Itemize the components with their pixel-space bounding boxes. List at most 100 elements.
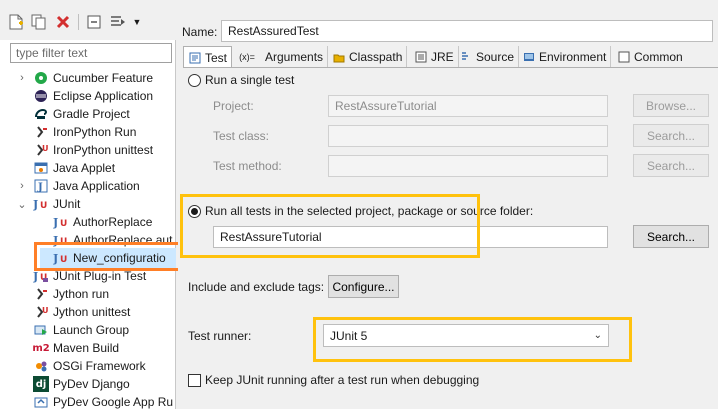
- junit-plugin-icon: JU: [33, 268, 49, 284]
- chevron-down-icon[interactable]: ⌄: [594, 330, 602, 341]
- svg-text:J: J: [37, 182, 43, 193]
- tree-item-jython-unittest[interactable]: U Jython unittest: [0, 303, 176, 321]
- test-method-input[interactable]: [328, 155, 608, 177]
- tree-item-cucumber-feature[interactable]: › Cucumber Feature: [0, 69, 176, 87]
- tree-item-java-application[interactable]: › J Java Application: [0, 177, 176, 195]
- toolbar-separator: [78, 14, 79, 30]
- svg-text:U: U: [60, 255, 67, 265]
- container-input[interactable]: RestAssureTutorial: [213, 226, 608, 248]
- tab-label: Common: [634, 50, 683, 64]
- tree-item-label: AuthorReplace: [73, 215, 153, 229]
- new-launch-config-icon[interactable]: [8, 14, 24, 30]
- tree-item-maven-build[interactable]: m2 Maven Build: [0, 339, 176, 357]
- django-icon: dj: [33, 376, 49, 392]
- svg-text:U: U: [60, 219, 67, 229]
- test-class-label: Test class:: [213, 129, 270, 143]
- tree-item-pydev-django[interactable]: dj PyDev Django: [0, 375, 176, 393]
- tab-classpath[interactable]: Classpath: [328, 46, 408, 68]
- tree-item-label: Jython unittest: [53, 305, 131, 319]
- tree-item-ironpython-run[interactable]: IronPython Run: [0, 123, 176, 141]
- tree-item-label: PyDev Django: [53, 377, 130, 391]
- launch-config-panel: ▼ › Cucumber Feature Eclipse Application…: [0, 0, 196, 409]
- collapse-all-icon[interactable]: [86, 14, 102, 30]
- tree-item-label: Maven Build: [53, 341, 120, 355]
- tree-item-label: Jython run: [53, 287, 110, 301]
- filter-input[interactable]: [10, 43, 172, 63]
- tree-item-label: AuthorReplace aut: [73, 233, 173, 247]
- cucumber-icon: [33, 70, 49, 86]
- filter-menu-chevron-icon[interactable]: ▼: [129, 14, 145, 30]
- chevron-down-icon[interactable]: ⌄: [17, 198, 27, 211]
- tree-item-pydev-google-app[interactable]: PyDev Google App Ru: [0, 393, 176, 409]
- tree-item-new-configuration[interactable]: JU New_configuratio: [40, 248, 176, 268]
- filter-icon[interactable]: [110, 14, 126, 30]
- tree-item-label: JUnit: [53, 197, 81, 211]
- tree-item-launch-group[interactable]: Launch Group: [0, 321, 176, 339]
- tree-item-gradle-project[interactable]: Gradle Project: [0, 105, 176, 123]
- python-run-icon: [33, 124, 49, 140]
- test-runner-label: Test runner:: [188, 329, 252, 343]
- tree-item-junit[interactable]: ⌄ JU JUnit: [0, 195, 176, 213]
- python-run-icon: [33, 286, 49, 302]
- test-class-input[interactable]: [328, 125, 608, 147]
- svg-text:J: J: [53, 252, 58, 265]
- project-input[interactable]: RestAssureTutorial: [328, 95, 608, 117]
- search-container-button[interactable]: Search...: [633, 225, 709, 248]
- tree-item-eclipse-application[interactable]: Eclipse Application: [0, 87, 176, 105]
- test-runner-value: JUnit 5: [330, 328, 368, 343]
- tab-environment[interactable]: Environment: [518, 46, 612, 68]
- tree-item-label: Launch Group: [53, 323, 130, 337]
- run-all-tests-label: Run all tests in the selected project, p…: [205, 204, 534, 218]
- run-all-tests-radio[interactable]: [188, 205, 201, 218]
- tab-label: Classpath: [349, 50, 403, 64]
- tree-item-label: Cucumber Feature: [53, 71, 154, 85]
- delete-icon[interactable]: [55, 14, 71, 30]
- search-class-button[interactable]: Search...: [633, 124, 709, 147]
- search-method-button[interactable]: Search...: [633, 154, 709, 177]
- tab-jre[interactable]: JRE: [410, 46, 459, 68]
- chevron-right-icon[interactable]: ›: [17, 72, 27, 84]
- keep-junit-running-checkbox[interactable]: [188, 374, 201, 387]
- tab-arguments[interactable]: (x)= Arguments: [236, 46, 329, 68]
- maven-icon: m2: [32, 342, 50, 354]
- osgi-icon: [33, 358, 49, 374]
- test-runner-select[interactable]: JUnit 5 ⌄: [323, 324, 609, 347]
- run-single-test-label: Run a single test: [205, 73, 295, 87]
- duplicate-icon[interactable]: [31, 14, 47, 30]
- name-input[interactable]: RestAssuredTest: [221, 20, 713, 42]
- tab-label: Arguments: [265, 50, 324, 64]
- tree-item-label: PyDev Google App Ru: [53, 395, 174, 409]
- arguments-icon: (x)=: [239, 52, 255, 62]
- tree-item-java-applet[interactable]: Java Applet: [0, 159, 176, 177]
- chevron-right-icon[interactable]: ›: [17, 180, 27, 192]
- junit-icon: JU: [53, 214, 69, 230]
- gradle-icon: [33, 106, 49, 122]
- tab-common[interactable]: Common: [613, 46, 687, 68]
- browse-button[interactable]: Browse...: [633, 94, 709, 117]
- java-app-icon: J: [33, 178, 49, 194]
- tree-item-label: OSGi Framework: [53, 359, 146, 373]
- junit-icon: JU: [33, 196, 49, 212]
- tree-item-osgi-framework[interactable]: OSGi Framework: [0, 357, 176, 375]
- tab-test[interactable]: Test: [183, 46, 233, 68]
- tree-item-ironpython-unittest[interactable]: U IronPython unittest: [0, 141, 176, 159]
- svg-text:U: U: [40, 201, 47, 211]
- python-unittest-icon: U: [33, 142, 49, 158]
- launch-config-toolbar: ▼: [0, 0, 176, 40]
- google-app-icon: [33, 394, 49, 409]
- svg-text:J: J: [33, 270, 38, 283]
- tree-item-authorreplace[interactable]: JU AuthorReplace: [0, 213, 176, 231]
- tree-item-junit-plugin-test[interactable]: JU JUnit Plug-in Test: [0, 267, 176, 285]
- tree-item-authorreplace-aut[interactable]: JU AuthorReplace aut: [0, 231, 176, 249]
- svg-text:U: U: [60, 237, 67, 247]
- tab-label: JRE: [431, 50, 454, 64]
- classpath-icon: [332, 50, 346, 64]
- run-single-test-radio[interactable]: [188, 74, 201, 87]
- test-method-label: Test method:: [213, 159, 282, 173]
- tree-item-jython-run[interactable]: Jython run: [0, 285, 176, 303]
- python-unittest-icon: U: [33, 304, 49, 320]
- svg-text:U: U: [42, 144, 48, 153]
- configure-button[interactable]: Configure...: [328, 275, 399, 298]
- include-exclude-tags-label: Include and exclude tags:: [188, 280, 325, 294]
- tab-source[interactable]: Source: [455, 46, 520, 68]
